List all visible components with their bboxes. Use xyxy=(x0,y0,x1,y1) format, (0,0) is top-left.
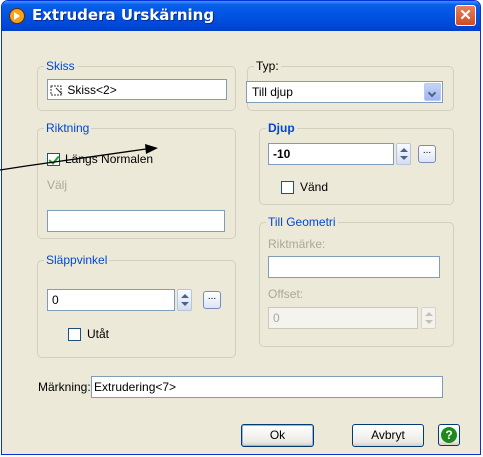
to-geometry-legend: Till Geometri xyxy=(268,215,336,229)
close-button[interactable]: ✕ xyxy=(455,5,476,26)
offset-spinner[interactable] xyxy=(421,307,436,329)
depth-browse-button[interactable]: ... xyxy=(418,145,436,163)
draft-legend: Släppvinkel xyxy=(46,253,108,267)
spin-down-icon xyxy=(400,156,408,160)
chevron-down-icon[interactable] xyxy=(424,83,441,101)
spin-down-icon xyxy=(425,320,433,324)
outward-label: Utåt xyxy=(87,327,110,341)
app-logo-icon xyxy=(9,8,25,24)
direction-legend: Riktning xyxy=(46,121,90,135)
dialog-window: Extrudera Urskärning ✕ Skiss Skiss<2> Ri… xyxy=(1,0,481,455)
draft-browse-button[interactable]: ... xyxy=(203,291,221,309)
help-icon: ? xyxy=(441,427,457,443)
type-legend: Typ: xyxy=(256,59,279,73)
reverse-label: Vänd xyxy=(300,180,329,194)
sketch-field[interactable]: Skiss<2> xyxy=(47,79,227,100)
ok-button[interactable]: Ok xyxy=(241,424,314,447)
along-normal-label: Längs Normalen xyxy=(65,152,154,166)
spin-up-icon xyxy=(425,312,433,316)
outward-checkbox[interactable] xyxy=(68,328,81,341)
target-field[interactable] xyxy=(268,256,440,278)
cancel-button[interactable]: Avbryt xyxy=(352,424,424,447)
depth-spinner[interactable] xyxy=(396,143,411,165)
spin-up-icon xyxy=(400,148,408,152)
marking-label: Märkning: xyxy=(38,380,91,394)
depth-input[interactable]: -10 xyxy=(268,143,394,165)
type-dropdown[interactable]: Till djup xyxy=(246,81,443,103)
target-label: Riktmärke: xyxy=(268,237,326,251)
offset-label: Offset: xyxy=(268,287,304,301)
select-field[interactable] xyxy=(47,210,225,232)
draft-angle-spinner[interactable] xyxy=(177,289,192,311)
spin-up-icon xyxy=(181,294,189,298)
type-value: Till djup xyxy=(252,85,293,99)
depth-legend: Djup xyxy=(268,121,295,135)
sketch-icon xyxy=(50,85,63,96)
draft-angle-input[interactable]: 0 xyxy=(47,289,175,311)
offset-input[interactable]: 0 xyxy=(268,307,418,329)
sketch-legend: Skiss xyxy=(46,59,75,73)
along-normal-checkbox[interactable] xyxy=(47,153,60,166)
window-title: Extrudera Urskärning xyxy=(32,6,215,24)
reverse-checkbox[interactable] xyxy=(281,181,294,194)
sketch-value: Skiss<2> xyxy=(67,83,117,97)
select-label: Välj xyxy=(47,178,68,192)
help-button[interactable]: ? xyxy=(438,424,460,446)
title-bar[interactable]: Extrudera Urskärning ✕ xyxy=(2,1,480,31)
marking-input[interactable]: Extrudering<7> xyxy=(91,376,443,398)
spin-down-icon xyxy=(181,302,189,306)
